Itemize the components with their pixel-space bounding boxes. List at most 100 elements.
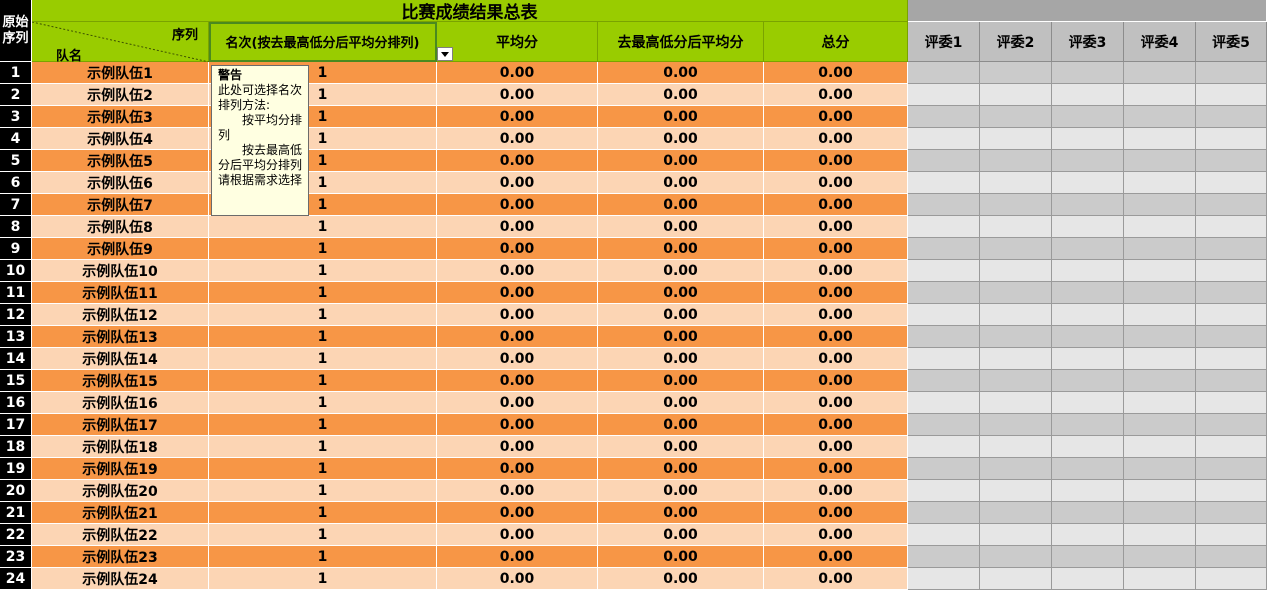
team-name-cell[interactable]: 示例队伍11 <box>32 282 209 304</box>
rank-column-header[interactable]: 名次(按去最高低分后平均分排列) <box>209 22 437 62</box>
trimmed-average-cell[interactable]: 0.00 <box>598 480 764 502</box>
total-cell[interactable]: 0.00 <box>764 62 908 84</box>
judge-score-cell-5[interactable] <box>1196 128 1267 150</box>
judge-score-cell-3[interactable] <box>1052 568 1124 590</box>
judge-score-cell-3[interactable] <box>1052 304 1124 326</box>
judge-score-cell-4[interactable] <box>1124 546 1196 568</box>
average-cell[interactable]: 0.00 <box>437 502 598 524</box>
trimmed-average-cell[interactable]: 0.00 <box>598 216 764 238</box>
trimmed-average-cell[interactable]: 0.00 <box>598 524 764 546</box>
total-cell[interactable]: 0.00 <box>764 106 908 128</box>
trimmed-average-cell[interactable]: 0.00 <box>598 458 764 480</box>
total-cell[interactable]: 0.00 <box>764 216 908 238</box>
judge-score-cell-5[interactable] <box>1196 62 1267 84</box>
trimmed-average-cell[interactable]: 0.00 <box>598 304 764 326</box>
judge-score-cell-4[interactable] <box>1124 260 1196 282</box>
total-cell[interactable]: 0.00 <box>764 238 908 260</box>
judge-score-cell-2[interactable] <box>980 348 1052 370</box>
judge-score-cell-2[interactable] <box>980 106 1052 128</box>
judge-score-cell-4[interactable] <box>1124 304 1196 326</box>
trimmed-average-cell[interactable]: 0.00 <box>598 326 764 348</box>
rank-cell[interactable]: 1 <box>209 392 437 414</box>
trimmed-average-cell[interactable]: 0.00 <box>598 238 764 260</box>
judge-score-cell-4[interactable] <box>1124 194 1196 216</box>
judge-score-cell-2[interactable] <box>980 436 1052 458</box>
judge-score-cell-1[interactable] <box>908 260 980 282</box>
total-cell[interactable]: 0.00 <box>764 414 908 436</box>
trimmed-average-cell[interactable]: 0.00 <box>598 392 764 414</box>
judge-score-cell-2[interactable] <box>980 238 1052 260</box>
judge-score-cell-5[interactable] <box>1196 414 1267 436</box>
judge-score-cell-5[interactable] <box>1196 392 1267 414</box>
rank-cell[interactable]: 1 <box>209 326 437 348</box>
team-name-cell[interactable]: 示例队伍23 <box>32 546 209 568</box>
average-cell[interactable]: 0.00 <box>437 370 598 392</box>
judge-score-cell-2[interactable] <box>980 194 1052 216</box>
average-cell[interactable]: 0.00 <box>437 150 598 172</box>
judge-score-cell-3[interactable] <box>1052 238 1124 260</box>
judge-score-cell-5[interactable] <box>1196 348 1267 370</box>
trimmed-average-cell[interactable]: 0.00 <box>598 84 764 106</box>
trimmed-average-cell[interactable]: 0.00 <box>598 348 764 370</box>
trimmed-average-cell[interactable]: 0.00 <box>598 436 764 458</box>
judge-score-cell-5[interactable] <box>1196 480 1267 502</box>
judge-score-cell-5[interactable] <box>1196 524 1267 546</box>
judge-score-cell-2[interactable] <box>980 370 1052 392</box>
rank-cell[interactable]: 1 <box>209 282 437 304</box>
judge-score-cell-3[interactable] <box>1052 392 1124 414</box>
rank-cell[interactable]: 1 <box>209 260 437 282</box>
judge-score-cell-5[interactable] <box>1196 194 1267 216</box>
total-cell[interactable]: 0.00 <box>764 194 908 216</box>
rank-cell[interactable]: 1 <box>209 348 437 370</box>
average-cell[interactable]: 0.00 <box>437 62 598 84</box>
average-cell[interactable]: 0.00 <box>437 194 598 216</box>
judge-score-cell-3[interactable] <box>1052 150 1124 172</box>
judge-score-cell-4[interactable] <box>1124 238 1196 260</box>
average-cell[interactable]: 0.00 <box>437 348 598 370</box>
average-cell[interactable]: 0.00 <box>437 172 598 194</box>
rank-cell[interactable]: 1 <box>209 458 437 480</box>
team-name-cell[interactable]: 示例队伍21 <box>32 502 209 524</box>
team-name-cell[interactable]: 示例队伍4 <box>32 128 209 150</box>
average-cell[interactable]: 0.00 <box>437 458 598 480</box>
team-name-cell[interactable]: 示例队伍8 <box>32 216 209 238</box>
trimmed-average-cell[interactable]: 0.00 <box>598 172 764 194</box>
total-cell[interactable]: 0.00 <box>764 260 908 282</box>
rank-cell[interactable]: 1 <box>209 414 437 436</box>
judge-score-cell-2[interactable] <box>980 480 1052 502</box>
team-name-cell[interactable]: 示例队伍3 <box>32 106 209 128</box>
judge-score-cell-1[interactable] <box>908 304 980 326</box>
judge-score-cell-2[interactable] <box>980 62 1052 84</box>
judge-score-cell-3[interactable] <box>1052 326 1124 348</box>
trimmed-average-cell[interactable]: 0.00 <box>598 194 764 216</box>
trimmed-average-cell[interactable]: 0.00 <box>598 282 764 304</box>
judge-score-cell-1[interactable] <box>908 502 980 524</box>
total-cell[interactable]: 0.00 <box>764 392 908 414</box>
team-name-cell[interactable]: 示例队伍1 <box>32 62 209 84</box>
rank-cell[interactable]: 1 <box>209 546 437 568</box>
team-name-cell[interactable]: 示例队伍2 <box>32 84 209 106</box>
judge-score-cell-1[interactable] <box>908 348 980 370</box>
trimmed-average-cell[interactable]: 0.00 <box>598 260 764 282</box>
judge-score-cell-1[interactable] <box>908 282 980 304</box>
trimmed-average-cell[interactable]: 0.00 <box>598 502 764 524</box>
total-cell[interactable]: 0.00 <box>764 546 908 568</box>
team-name-cell[interactable]: 示例队伍24 <box>32 568 209 590</box>
team-name-cell[interactable]: 示例队伍20 <box>32 480 209 502</box>
judge-score-cell-1[interactable] <box>908 106 980 128</box>
average-cell[interactable]: 0.00 <box>437 216 598 238</box>
rank-cell[interactable]: 1 <box>209 502 437 524</box>
judge-score-cell-1[interactable] <box>908 84 980 106</box>
total-cell[interactable]: 0.00 <box>764 436 908 458</box>
rank-cell[interactable]: 1 <box>209 480 437 502</box>
team-name-cell[interactable]: 示例队伍9 <box>32 238 209 260</box>
judge-score-cell-2[interactable] <box>980 282 1052 304</box>
judge-score-cell-2[interactable] <box>980 546 1052 568</box>
judge-score-cell-1[interactable] <box>908 194 980 216</box>
judge-score-cell-4[interactable] <box>1124 436 1196 458</box>
trimmed-average-cell[interactable]: 0.00 <box>598 106 764 128</box>
judge-score-cell-3[interactable] <box>1052 502 1124 524</box>
trimmed-average-cell[interactable]: 0.00 <box>598 150 764 172</box>
judge-score-cell-4[interactable] <box>1124 524 1196 546</box>
trimmed-average-cell[interactable]: 0.00 <box>598 414 764 436</box>
